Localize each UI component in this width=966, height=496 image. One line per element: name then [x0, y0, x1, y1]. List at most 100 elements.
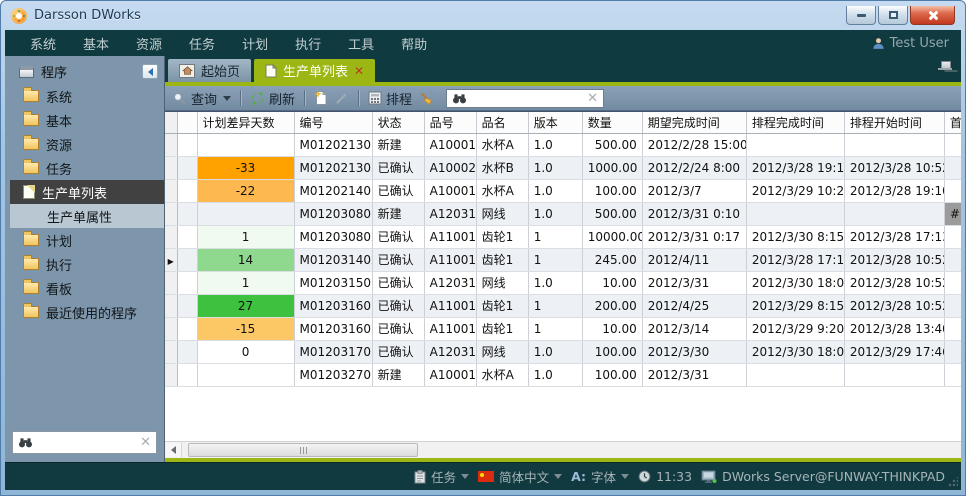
current-user[interactable]: Test User [872, 36, 949, 51]
pin-icon[interactable] [938, 61, 952, 73]
cell-pn[interactable]: A11001 [424, 317, 476, 340]
cell-sched_start[interactable]: 2012/3/28 10:52 [844, 294, 944, 317]
row-indicator[interactable] [165, 133, 177, 156]
edit-button[interactable] [334, 91, 349, 106]
minimize-button[interactable] [846, 6, 876, 25]
cell-name[interactable]: 齿轮1 [476, 248, 528, 271]
cell-tail[interactable] [944, 363, 961, 386]
cell-sched_start[interactable] [844, 363, 944, 386]
cell-sched_start[interactable]: 2012/3/28 10:52 [844, 156, 944, 179]
sidebar-item[interactable]: 看板 [10, 276, 164, 300]
cell-status[interactable]: 新建 [372, 202, 424, 225]
cell-status[interactable]: 已确认 [372, 248, 424, 271]
cell-ver[interactable]: 1 [528, 294, 582, 317]
table-row[interactable]: M012030801新建A12031网线1.0500.002012/3/31 0… [165, 202, 961, 225]
cell-sched_start[interactable]: 2012/3/28 13:40 [844, 317, 944, 340]
cell-pn[interactable]: A10001 [424, 179, 476, 202]
sidebar-item[interactable]: 执行 [10, 252, 164, 276]
cell-sched_end[interactable] [746, 133, 844, 156]
cell-diff[interactable]: 0 [197, 340, 294, 363]
cell-qty[interactable]: 500.00 [582, 133, 642, 156]
sidebar-item[interactable]: 计划 [10, 228, 164, 252]
cell-qty[interactable]: 10.00 [582, 271, 642, 294]
tab-close-icon[interactable]: ✕ [354, 65, 364, 77]
cell-ver[interactable]: 1 [528, 317, 582, 340]
tab-production-order-list[interactable]: 生产单列表 ✕ [254, 59, 375, 82]
cell-sched_end[interactable]: 2012/3/29 8:15 [746, 294, 844, 317]
cell-tail[interactable] [944, 225, 961, 248]
cell-ver[interactable]: 1.0 [528, 179, 582, 202]
cell-tail[interactable] [944, 340, 961, 363]
row-indicator[interactable] [165, 340, 177, 363]
close-button[interactable] [910, 6, 955, 25]
cell-status[interactable]: 已确认 [372, 340, 424, 363]
cell-no[interactable]: M012031602 [294, 317, 372, 340]
blank-cell[interactable] [177, 294, 197, 317]
cell-expect[interactable]: 2012/3/14 [642, 317, 746, 340]
clean-button[interactable] [418, 91, 434, 106]
cell-diff[interactable] [197, 133, 294, 156]
cell-status[interactable]: 已确认 [372, 225, 424, 248]
column-header[interactable]: 编号 [294, 112, 372, 133]
table-row[interactable]: 14M012031402已确认A11001齿轮11245.002012/4/11… [165, 248, 961, 271]
cell-no[interactable]: M012031501 [294, 271, 372, 294]
column-header[interactable]: 状态 [372, 112, 424, 133]
menu-item[interactable]: 计划 [242, 34, 268, 53]
blank-cell[interactable] [177, 133, 197, 156]
cell-ver[interactable]: 1.0 [528, 363, 582, 386]
sidebar-item[interactable]: 基本 [10, 108, 164, 132]
cell-tail[interactable] [944, 179, 961, 202]
blank-cell[interactable] [177, 225, 197, 248]
cell-no[interactable]: M012032701 [294, 363, 372, 386]
menu-item[interactable]: 系统 [30, 34, 56, 53]
cell-status[interactable]: 新建 [372, 363, 424, 386]
cell-no[interactable]: M012030801 [294, 202, 372, 225]
cell-qty[interactable]: 500.00 [582, 202, 642, 225]
cell-diff[interactable]: 1 [197, 225, 294, 248]
sidebar-item[interactable]: 资源 [10, 132, 164, 156]
cell-diff[interactable] [197, 363, 294, 386]
statusbar-tasks[interactable]: 任务 [414, 467, 469, 486]
cell-expect[interactable]: 2012/3/31 [642, 363, 746, 386]
scroll-left-icon[interactable] [166, 443, 182, 457]
cell-ver[interactable]: 1.0 [528, 133, 582, 156]
cell-qty[interactable]: 10.00 [582, 317, 642, 340]
column-header[interactable]: 数量 [582, 112, 642, 133]
cell-name[interactable]: 齿轮1 [476, 294, 528, 317]
cell-qty[interactable]: 10000.00 [582, 225, 642, 248]
row-indicator[interactable] [165, 156, 177, 179]
cell-tail[interactable] [944, 156, 961, 179]
cell-name[interactable]: 网线 [476, 271, 528, 294]
cell-sched_start[interactable]: 2012/3/28 10:52 [844, 271, 944, 294]
cell-pn[interactable]: A11001 [424, 248, 476, 271]
menu-item[interactable]: 执行 [295, 34, 321, 53]
schedule-button[interactable]: 排程 [368, 89, 412, 108]
sidebar-collapse-button[interactable] [142, 64, 158, 79]
table-row[interactable]: 1M012030802已确认A11001齿轮1110000.002012/3/3… [165, 225, 961, 248]
blank-cell[interactable] [177, 317, 197, 340]
cell-no[interactable]: M012031701 [294, 340, 372, 363]
cell-pn[interactable]: A11001 [424, 294, 476, 317]
cell-sched_start[interactable]: 2012/3/28 19:10 [844, 179, 944, 202]
sidebar-item[interactable]: 生产单属性 [10, 204, 164, 228]
cell-sched_start[interactable] [844, 202, 944, 225]
blank-cell[interactable] [177, 248, 197, 271]
cell-expect[interactable]: 2012/4/25 [642, 294, 746, 317]
row-indicator[interactable] [165, 317, 177, 340]
row-indicator[interactable] [165, 225, 177, 248]
column-header[interactable]: 版本 [528, 112, 582, 133]
cell-expect[interactable]: 2012/3/30 [642, 340, 746, 363]
cell-diff[interactable]: 1 [197, 271, 294, 294]
cell-diff[interactable]: 14 [197, 248, 294, 271]
sidebar-item[interactable]: 生产单列表 [10, 180, 164, 204]
table-row[interactable]: 1M012031501已确认A12031网线1.010.002012/3/312… [165, 271, 961, 294]
menu-item[interactable]: 工具 [348, 34, 374, 53]
cell-ver[interactable]: 1 [528, 248, 582, 271]
new-button[interactable] [314, 90, 328, 106]
cell-no[interactable]: M012031402 [294, 248, 372, 271]
row-indicator[interactable] [165, 363, 177, 386]
table-row[interactable]: -15M012031602已确认A11001齿轮1110.002012/3/14… [165, 317, 961, 340]
cell-sched_end[interactable]: 2012/3/28 17:13 [746, 248, 844, 271]
cell-no[interactable]: M012031601 [294, 294, 372, 317]
query-dropdown-icon[interactable] [223, 96, 231, 105]
